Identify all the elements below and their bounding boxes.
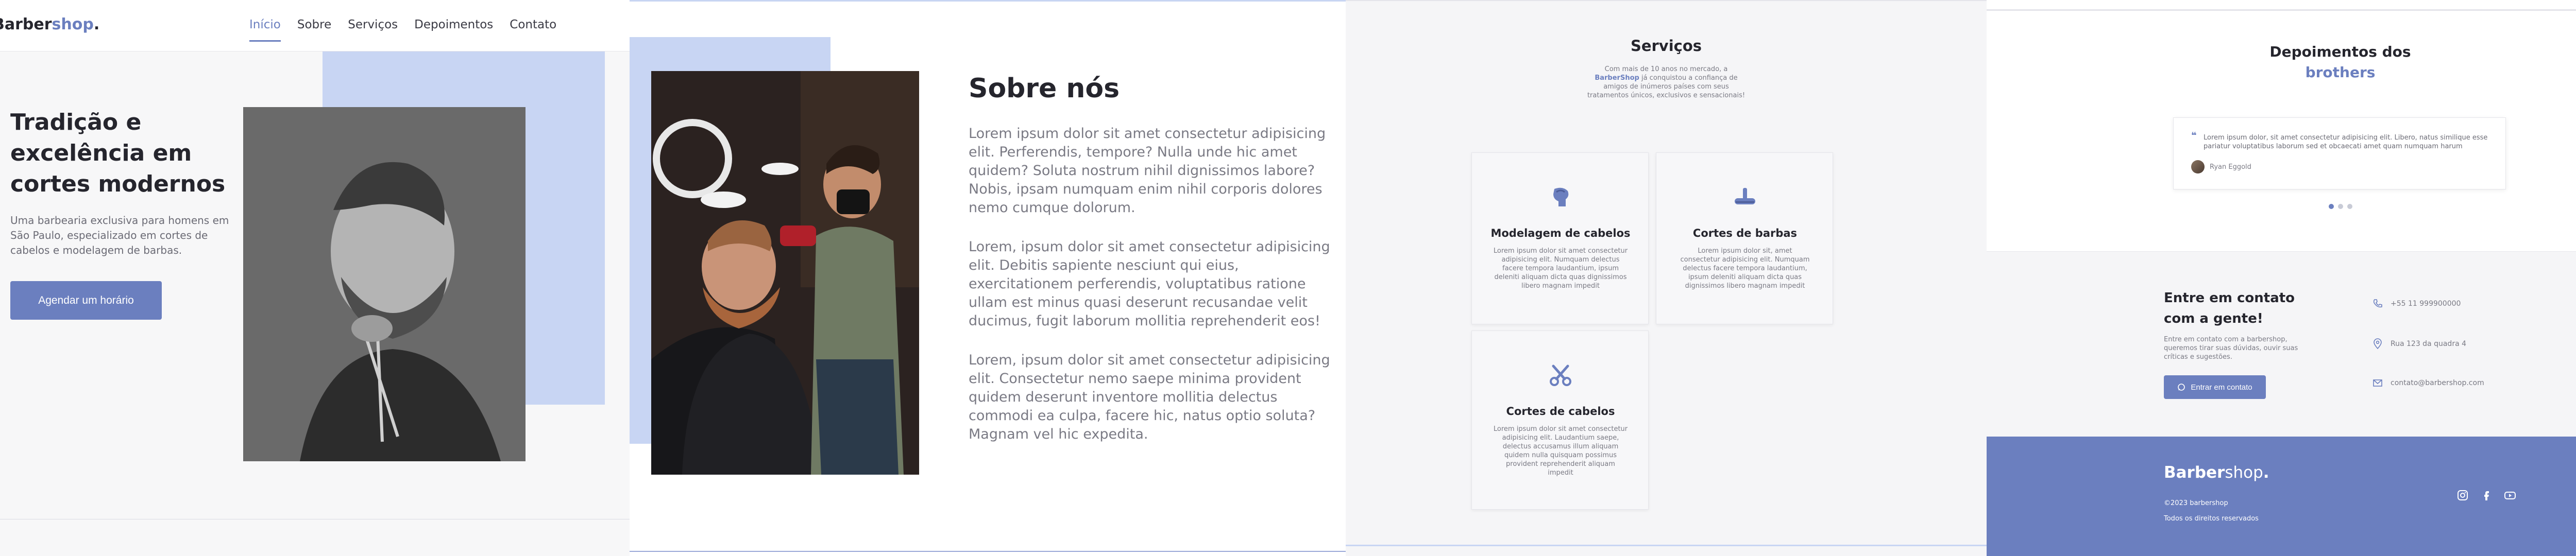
about-title: Sobre nós	[969, 73, 1120, 104]
hair-styling-icon	[1553, 187, 1569, 206]
services-title: Serviços	[1630, 37, 1702, 55]
quote-icon: ❝	[2191, 130, 2197, 141]
testimonial-text: Lorem ipsum dolor, sit amet consectetur …	[2204, 134, 2488, 150]
location-icon	[2374, 338, 2382, 350]
service-card-text: Lorem ipsum dolor sit amet consectetur a…	[1493, 247, 1628, 290]
whatsapp-icon	[2178, 384, 2185, 391]
bearded-man-photo	[243, 107, 526, 461]
carousel-dots	[2329, 204, 2352, 209]
testimonials-title: Depoimentos dos	[2269, 43, 2411, 60]
divider	[1346, 545, 1987, 546]
social-links	[2456, 489, 2516, 501]
nav-link-sobre[interactable]: Sobre	[297, 18, 331, 42]
youtube-icon[interactable]	[2504, 489, 2516, 501]
nav-link-depoimentos[interactable]: Depoimentos	[414, 18, 493, 42]
services-section: Serviços Com mais de 10 anos no mercado,…	[1346, 0, 1987, 556]
service-card-title: Cortes de barbas	[1692, 227, 1798, 239]
about-paragraph-3: Lorem, ipsum dolor sit amet consectetur …	[969, 352, 1330, 442]
testimonials-contact-section: Depoimentos dos brothers ❝ Lorem ipsum d…	[1987, 0, 2576, 556]
contact-address[interactable]: Rua 123 da quadra 4	[2372, 338, 2466, 350]
contact-button[interactable]: Entrar em contato	[2164, 375, 2266, 399]
footer: Barbershop. ©2023 barbershop Todos os di…	[1987, 437, 2576, 556]
mail-icon	[2373, 379, 2382, 387]
copyright-text: ©2023 barbershop	[2164, 499, 2228, 507]
testimonials-subtitle: brothers	[2305, 64, 2376, 81]
contact-description: Entre em contato com a barbershop, quere…	[2164, 336, 2298, 361]
about-paragraph-2: Lorem, ipsum dolor sit amet consectetur …	[969, 239, 1330, 329]
scissors-icon	[1550, 364, 1571, 386]
divider	[630, 551, 1346, 552]
hero-description: Uma barbearia exclusiva para homens em S…	[10, 214, 229, 256]
author-name: Ryan Eggold	[2210, 163, 2251, 171]
carousel-dot-3[interactable]	[2347, 204, 2352, 209]
about-image	[651, 71, 919, 475]
divider	[630, 0, 1346, 2]
header: Barbershop. Início Sobre Serviços Depoim…	[0, 0, 630, 51]
razor-icon	[1735, 188, 1755, 204]
divider	[1346, 0, 1987, 1]
carousel-dot-1[interactable]	[2329, 204, 2334, 209]
hero-image	[243, 107, 526, 461]
service-card-beard[interactable]: Cortes de barbas Lorem ipsum dolor sit, …	[1656, 152, 1833, 324]
service-card-title: Modelagem de cabelos	[1490, 227, 1631, 239]
avatar	[2191, 160, 2205, 173]
nav-link-contato[interactable]: Contato	[510, 18, 556, 42]
contact-title: Entre em contato com a gente!	[2164, 290, 2295, 326]
hero-title: Tradição e excelência em cortes modernos	[10, 109, 226, 197]
testimonial-card: ❝ Lorem ipsum dolor, sit amet consectetu…	[2173, 117, 2506, 189]
nav-link-inicio[interactable]: Início	[249, 18, 281, 42]
divider	[1987, 9, 2576, 11]
carousel-dot-2[interactable]	[2338, 204, 2343, 209]
about-paragraph-1: Lorem ipsum dolor sit amet consectetur a…	[969, 126, 1326, 216]
nav-link-servicos[interactable]: Serviços	[348, 18, 398, 42]
service-card-haircut[interactable]: Cortes de cabelos Lorem ipsum dolor sit …	[1471, 331, 1649, 510]
service-card-text: Lorem ipsum dolor sit, amet consectetur …	[1680, 247, 1810, 290]
contact-phone[interactable]: +55 11 999900000	[2372, 298, 2461, 309]
service-card-text: Lorem ipsum dolor sit amet consectetur a…	[1493, 425, 1628, 477]
hero-section: Barbershop. Início Sobre Serviços Depoim…	[0, 0, 630, 556]
testimonial-author: Ryan Eggold	[2191, 160, 2251, 173]
footer-logo[interactable]: Barbershop.	[2164, 463, 2269, 482]
book-appointment-button[interactable]: Agendar um horário	[10, 281, 162, 320]
contact-email[interactable]: contato@barbershop.com	[2372, 377, 2484, 389]
contact-section: Entre em contato com a gente! Entre em c…	[1987, 251, 2576, 437]
phone-icon	[2373, 299, 2382, 308]
service-card-title: Cortes de cabelos	[1506, 405, 1615, 418]
main-nav: Início Sobre Serviços Depoimentos Contat…	[249, 18, 573, 42]
barber-cutting-hair-photo	[651, 71, 919, 475]
rights-text: Todos os direitos reservados	[2164, 515, 2259, 523]
service-card-hair-styling[interactable]: Modelagem de cabelos Lorem ipsum dolor s…	[1471, 152, 1649, 324]
logo[interactable]: Barbershop.	[0, 15, 99, 33]
services-intro: Com mais de 10 anos no mercado, a Barber…	[1587, 65, 1745, 99]
facebook-icon[interactable]	[2480, 489, 2493, 501]
about-section: Sobre nós Lorem ipsum dolor sit amet con…	[630, 0, 1346, 556]
instagram-icon[interactable]	[2456, 489, 2469, 501]
